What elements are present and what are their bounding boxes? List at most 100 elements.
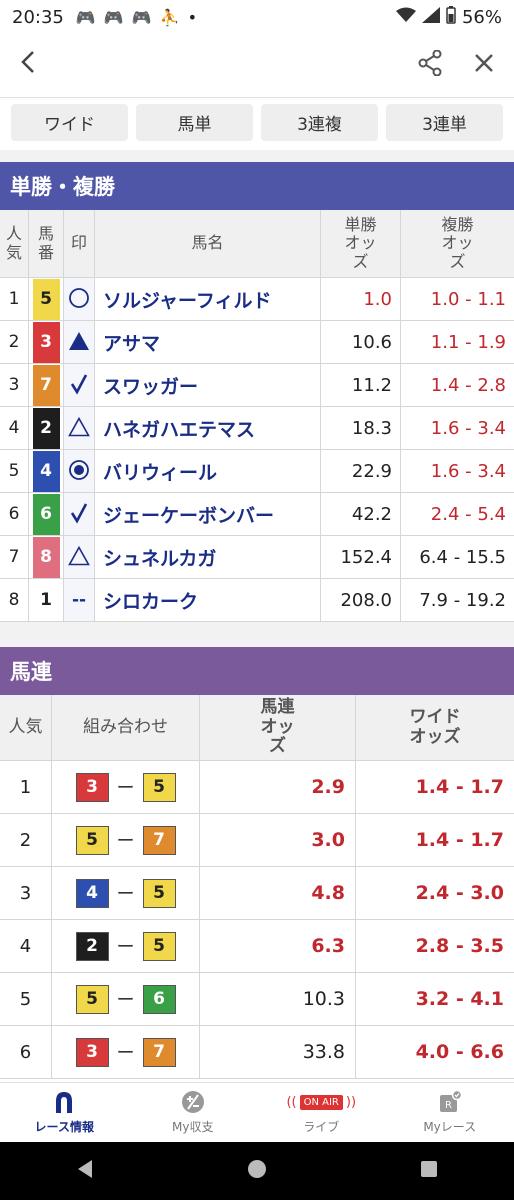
- table-row[interactable]: 4 2 ハネガハエテマス 18.3 1.6 - 3.4: [0, 407, 514, 450]
- mark-triangle-filled-icon: [68, 331, 90, 354]
- battery-percent: 56%: [461, 6, 502, 28]
- table-row[interactable]: 7 8 シュネルカガ 152.4 6.4 - 15.5: [0, 536, 514, 579]
- table-row[interactable]: 1 3 ー 5 2.9 1.4 - 1.7: [0, 761, 514, 814]
- wide-odds: 2.4 - 3.0: [415, 882, 504, 904]
- close-button[interactable]: [474, 53, 494, 77]
- place-odds: 7.9 - 19.2: [419, 589, 506, 611]
- horse-name[interactable]: バリウィール: [95, 450, 321, 492]
- tab-exacta[interactable]: 馬単: [136, 104, 253, 141]
- on-air-icon: (( ON AIR )): [286, 1094, 357, 1110]
- mark-circle-icon: [68, 287, 90, 312]
- nav-label: レース情報: [34, 1120, 94, 1134]
- horse-number-cell: 6: [29, 493, 64, 535]
- win-odds: 18.3: [321, 407, 401, 449]
- popularity: 1: [0, 278, 29, 320]
- place-odds: 2.4 - 5.4: [430, 503, 506, 525]
- nav-my-balance[interactable]: My収支: [129, 1083, 258, 1142]
- table-header: 人気 馬番 印 馬名 単勝オッズ 複勝オッズ: [0, 210, 514, 278]
- table-row[interactable]: 4 2 ー 5 6.3 2.8 - 3.5: [0, 920, 514, 973]
- bet-type-tabs: ワイド 馬単 3連複 3連単: [11, 104, 503, 141]
- combo-separator: ー: [116, 884, 135, 905]
- horse-name[interactable]: ソルジャーフィルド: [95, 278, 321, 320]
- nav-race-info[interactable]: レース情報: [0, 1083, 129, 1142]
- header-quinella-odds: 馬連オッズ: [200, 695, 356, 760]
- combination: 5ー6: [52, 973, 200, 1025]
- popularity: 5: [0, 450, 29, 492]
- horse-number-badge: 5: [32, 278, 60, 320]
- horse-number-badge: 5: [142, 772, 176, 802]
- system-recents-button[interactable]: [420, 1160, 438, 1182]
- table-row[interactable]: 2 5 ー 7 3.0 1.4 - 1.7: [0, 814, 514, 867]
- win-place-table: 人気 馬番 印 馬名 単勝オッズ 複勝オッズ 1 5 ソルジャーフィルド 1.0 1.0…: [0, 210, 514, 622]
- nav-label: Myレース: [423, 1120, 477, 1134]
- nav-label: My収支: [172, 1120, 214, 1134]
- mark-triangle-outline-icon: [68, 416, 90, 440]
- win-odds: 11.2: [321, 364, 401, 406]
- prediction-mark: --: [64, 579, 95, 621]
- close-icon: [475, 54, 493, 72]
- horse-name[interactable]: アサマ: [95, 321, 321, 363]
- horse-number-badge: 7: [142, 825, 176, 855]
- square-recents-icon: [420, 1161, 437, 1177]
- prediction-mark: [64, 364, 95, 406]
- quinella-odds: 3.0: [200, 814, 356, 866]
- header-wide-odds: ワイドオッズ: [409, 706, 461, 747]
- table-row[interactable]: 3 7 スワッガー 11.2 1.4 - 2.8: [0, 364, 514, 407]
- nav-my-race[interactable]: R Myレース: [386, 1083, 514, 1142]
- horse-number-badge: 4: [75, 878, 109, 908]
- wide-odds: 1.4 - 1.7: [415, 776, 504, 798]
- win-odds: 1.0: [321, 278, 401, 320]
- table-row[interactable]: 5 4 バリウィール 22.9 1.6 - 3.4: [0, 450, 514, 493]
- tab-trifecta[interactable]: 3連単: [386, 104, 503, 141]
- table-row[interactable]: 8 1 -- シロカーク 208.0 7.9 - 19.2: [0, 579, 514, 622]
- win-odds: 152.4: [321, 536, 401, 578]
- place-odds: 6.4 - 15.5: [419, 546, 506, 568]
- horse-name[interactable]: シュネルカガ: [95, 536, 321, 578]
- table-row[interactable]: 6 3 ー 7 33.8 4.0 - 6.6: [0, 1026, 514, 1079]
- table-row[interactable]: 1 5 ソルジャーフィルド 1.0 1.0 - 1.1: [0, 278, 514, 321]
- system-home-button[interactable]: [247, 1159, 267, 1183]
- screen: { "status_bar": { "time": "20:35", "batt…: [0, 0, 514, 1200]
- tab-wide[interactable]: ワイド: [11, 104, 128, 141]
- mark-check-icon: [70, 502, 88, 527]
- circle-home-icon: [247, 1160, 266, 1178]
- win-odds: 22.9: [321, 450, 401, 492]
- table-row[interactable]: 3 4 ー 5 4.8 2.4 - 3.0: [0, 867, 514, 920]
- header-number: 馬番: [29, 210, 64, 277]
- table-row[interactable]: 6 6 ジェーケーボンバー 42.2 2.4 - 5.4: [0, 493, 514, 536]
- nav-label: ライブ: [303, 1120, 340, 1134]
- divider: [0, 97, 514, 98]
- prediction-mark: [64, 321, 95, 363]
- app-bar: [0, 36, 514, 94]
- horse-name[interactable]: ハネガハエテマス: [95, 407, 321, 449]
- back-button[interactable]: [20, 50, 36, 80]
- table-row[interactable]: 2 3 アサマ 10.6 1.1 - 1.9: [0, 321, 514, 364]
- horse-name[interactable]: シロカーク: [95, 579, 321, 621]
- tab-trio[interactable]: 3連複: [261, 104, 378, 141]
- horse-number-badge: 7: [142, 1037, 176, 1067]
- win-odds: 42.2: [321, 493, 401, 535]
- wide-odds: 1.4 - 1.7: [415, 829, 504, 851]
- header-mark: 印: [64, 210, 95, 277]
- quinella-rows: 1 3 ー 5 2.9 1.4 - 1.7 2 5 ー 7 3.0 1.4 - 1.7 3 4 ー 5 4.8 2…: [0, 761, 514, 1079]
- horse-name[interactable]: スワッガー: [95, 364, 321, 406]
- plus-minus-icon: [181, 1090, 205, 1114]
- horse-number-cell: 8: [29, 536, 64, 578]
- nav-live[interactable]: (( ON AIR )) ライブ: [257, 1083, 386, 1142]
- popularity: 8: [0, 579, 29, 621]
- header-place-odds: 複勝オッズ: [441, 214, 474, 271]
- table-header: 人気 組み合わせ 馬連オッズ ワイドオッズ: [0, 695, 514, 761]
- combination: 5ー7: [52, 814, 200, 866]
- section-spacer: [0, 150, 514, 162]
- table-row[interactable]: 5 5 ー 6 10.3 3.2 - 4.1: [0, 973, 514, 1026]
- popularity: 1: [0, 761, 52, 813]
- horse-name[interactable]: ジェーケーボンバー: [95, 493, 321, 535]
- horse-number-cell: 1: [29, 579, 64, 621]
- share-button[interactable]: [418, 49, 442, 80]
- section-spacer: [0, 622, 514, 647]
- popularity: 2: [0, 814, 52, 866]
- prediction-mark: [64, 536, 95, 578]
- system-back-button[interactable]: [76, 1159, 94, 1183]
- horse-number-badge: 7: [32, 364, 60, 406]
- popularity: 6: [0, 1026, 52, 1078]
